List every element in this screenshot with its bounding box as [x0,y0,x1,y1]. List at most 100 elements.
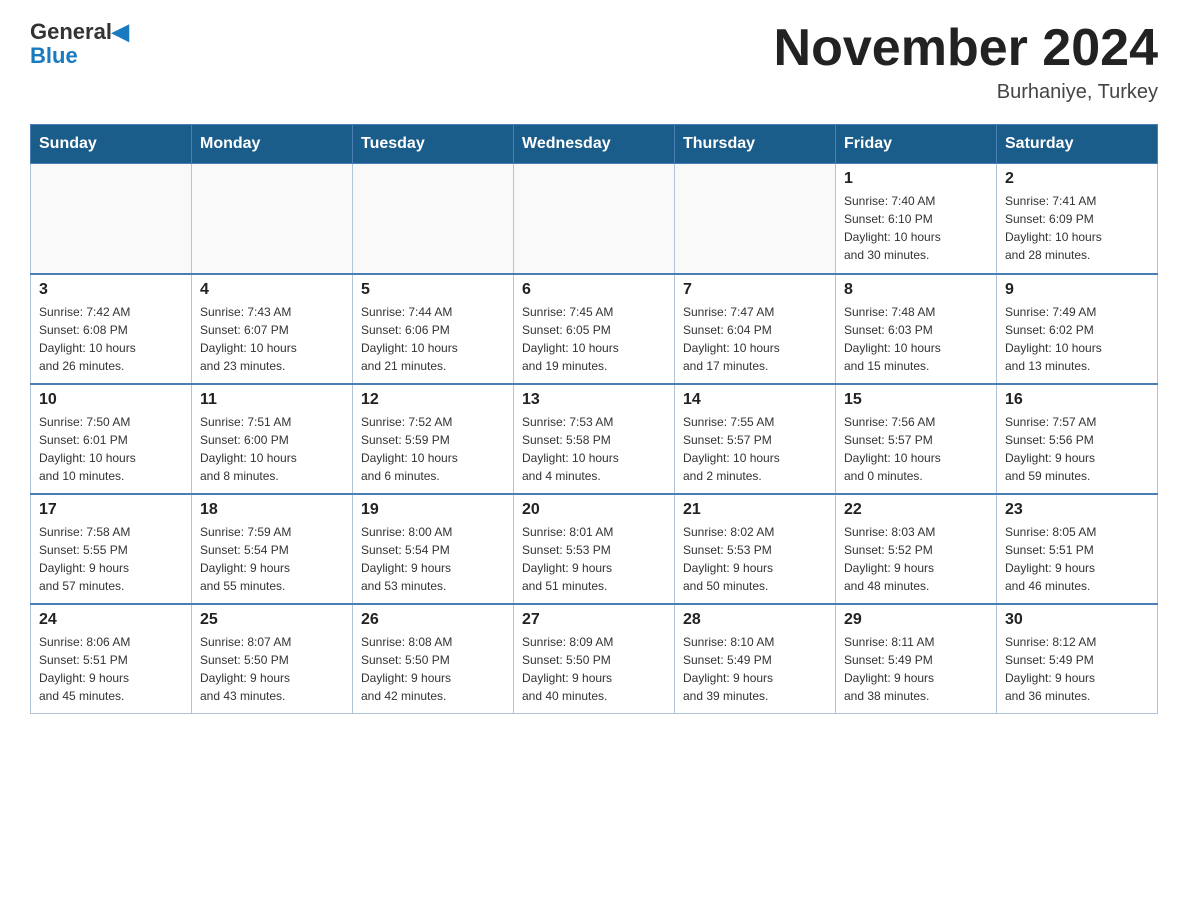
table-row: 25 Sunrise: 8:07 AM Sunset: 5:50 PM Dayli… [192,604,353,714]
day-info: Sunrise: 7:40 AM Sunset: 6:10 PM Dayligh… [844,192,988,264]
day-number: 27 [522,611,666,629]
day-number: 7 [683,281,827,299]
table-row [353,164,514,274]
table-row: 17Sunrise: 7:58 AM Sunset: 5:55 PM Dayli… [31,494,192,604]
day-number: 10 [39,391,183,409]
day-number: 25 [200,611,344,629]
table-row: 8 Sunrise: 7:48 AM Sunset: 6:03 PM Daylig… [836,274,997,384]
table-row: 28Sunrise: 8:10 AM Sunset: 5:49 PM Dayli… [675,604,836,714]
table-row [192,164,353,274]
table-row: 26Sunrise: 8:08 AM Sunset: 5:50 PM Dayli… [353,604,514,714]
day-info: Sunrise: 7:59 AM Sunset: 5:54 PM Dayligh… [200,523,344,595]
day-number: 29 [844,611,988,629]
day-number: 14 [683,391,827,409]
calendar-week-row: 10 Sunrise: 7:50 AM Sunset: 6:01 PM Dayli… [31,384,1158,494]
table-row: 1 Sunrise: 7:40 AM Sunset: 6:10 PM Daylig… [836,164,997,274]
table-row: 6 Sunrise: 7:45 AM Sunset: 6:05 PM Daylig… [514,274,675,384]
table-row: 10 Sunrise: 7:50 AM Sunset: 6:01 PM Dayli… [31,384,192,494]
day-info: Sunrise: 7:49 AM Sunset: 6:02 PM Dayligh… [1005,303,1149,375]
day-info: Sunrise: 7:58 AM Sunset: 5:55 PM Dayligh… [39,523,183,595]
day-info: Sunrise: 8:07 AM Sunset: 5:50 PM Dayligh… [200,633,344,705]
day-info: Sunrise: 8:09 AM Sunset: 5:50 PM Dayligh… [522,633,666,705]
table-row: 15 Sunrise: 7:56 AM Sunset: 5:57 PM Dayli… [836,384,997,494]
table-row: 11Sunrise: 7:51 AM Sunset: 6:00 PM Dayli… [192,384,353,494]
table-row: 5 Sunrise: 7:44 AM Sunset: 6:06 PM Daylig… [353,274,514,384]
table-row [31,164,192,274]
col-wednesday: Wednesday [514,125,675,164]
day-info: Sunrise: 8:06 AM Sunset: 5:51 PM Dayligh… [39,633,183,705]
day-info: Sunrise: 8:05 AM Sunset: 5:51 PM Dayligh… [1005,523,1149,595]
day-number: 2 [1005,170,1149,188]
day-info: Sunrise: 7:44 AM Sunset: 6:06 PM Dayligh… [361,303,505,375]
table-row: 7 Sunrise: 7:47 AM Sunset: 6:04 PM Daylig… [675,274,836,384]
table-row: 16 Sunrise: 7:57 AM Sunset: 5:56 PM Dayli… [997,384,1158,494]
location: Burhaniye, Turkey [774,81,1158,104]
table-row: 29 Sunrise: 8:11 AM Sunset: 5:49 PM Dayli… [836,604,997,714]
table-row: 23Sunrise: 8:05 AM Sunset: 5:51 PM Dayli… [997,494,1158,604]
day-number: 26 [361,611,505,629]
col-thursday: Thursday [675,125,836,164]
day-info: Sunrise: 7:47 AM Sunset: 6:04 PM Dayligh… [683,303,827,375]
day-number: 16 [1005,391,1149,409]
day-number: 11 [200,391,344,409]
day-number: 30 [1005,611,1149,629]
day-number: 20 [522,501,666,519]
calendar-header-row: Sunday Monday Tuesday Wednesday Thursday… [31,125,1158,164]
day-number: 24 [39,611,183,629]
col-saturday: Saturday [997,125,1158,164]
logo-triangle-icon: ◀ [112,19,129,44]
day-info: Sunrise: 7:45 AM Sunset: 6:05 PM Dayligh… [522,303,666,375]
table-row: 30 Sunrise: 8:12 AM Sunset: 5:49 PM Dayli… [997,604,1158,714]
table-row: 14Sunrise: 7:55 AM Sunset: 5:57 PM Dayli… [675,384,836,494]
page-header: General◀ Blue November 2024 Burhaniye, T… [30,20,1158,104]
day-number: 4 [200,281,344,299]
day-info: Sunrise: 7:56 AM Sunset: 5:57 PM Dayligh… [844,413,988,485]
table-row: 12 Sunrise: 7:52 AM Sunset: 5:59 PM Dayli… [353,384,514,494]
day-number: 15 [844,391,988,409]
day-number: 22 [844,501,988,519]
col-monday: Monday [192,125,353,164]
table-row: 19 Sunrise: 8:00 AM Sunset: 5:54 PM Dayli… [353,494,514,604]
day-number: 21 [683,501,827,519]
day-number: 1 [844,170,988,188]
day-info: Sunrise: 7:53 AM Sunset: 5:58 PM Dayligh… [522,413,666,485]
table-row: 3 Sunrise: 7:42 AM Sunset: 6:08 PM Daylig… [31,274,192,384]
day-info: Sunrise: 8:03 AM Sunset: 5:52 PM Dayligh… [844,523,988,595]
day-info: Sunrise: 8:01 AM Sunset: 5:53 PM Dayligh… [522,523,666,595]
col-sunday: Sunday [31,125,192,164]
month-title: November 2024 [774,20,1158,77]
day-number: 5 [361,281,505,299]
table-row: 9Sunrise: 7:49 AM Sunset: 6:02 PM Daylig… [997,274,1158,384]
table-row: 24 Sunrise: 8:06 AM Sunset: 5:51 PM Dayli… [31,604,192,714]
day-number: 6 [522,281,666,299]
day-info: Sunrise: 8:11 AM Sunset: 5:49 PM Dayligh… [844,633,988,705]
day-info: Sunrise: 7:41 AM Sunset: 6:09 PM Dayligh… [1005,192,1149,264]
day-number: 19 [361,501,505,519]
table-row: 27 Sunrise: 8:09 AM Sunset: 5:50 PM Dayli… [514,604,675,714]
day-info: Sunrise: 7:48 AM Sunset: 6:03 PM Dayligh… [844,303,988,375]
day-info: Sunrise: 7:43 AM Sunset: 6:07 PM Dayligh… [200,303,344,375]
day-number: 3 [39,281,183,299]
day-number: 13 [522,391,666,409]
day-number: 8 [844,281,988,299]
day-info: Sunrise: 8:12 AM Sunset: 5:49 PM Dayligh… [1005,633,1149,705]
col-friday: Friday [836,125,997,164]
table-row: 13 Sunrise: 7:53 AM Sunset: 5:58 PM Dayli… [514,384,675,494]
day-info: Sunrise: 7:52 AM Sunset: 5:59 PM Dayligh… [361,413,505,485]
title-area: November 2024 Burhaniye, Turkey [774,20,1158,104]
calendar-week-row: 1 Sunrise: 7:40 AM Sunset: 6:10 PM Daylig… [31,164,1158,274]
calendar-week-row: 24 Sunrise: 8:06 AM Sunset: 5:51 PM Dayli… [31,604,1158,714]
table-row: 21Sunrise: 8:02 AM Sunset: 5:53 PM Dayli… [675,494,836,604]
day-info: Sunrise: 7:57 AM Sunset: 5:56 PM Dayligh… [1005,413,1149,485]
calendar-week-row: 3 Sunrise: 7:42 AM Sunset: 6:08 PM Daylig… [31,274,1158,384]
calendar-week-row: 17Sunrise: 7:58 AM Sunset: 5:55 PM Dayli… [31,494,1158,604]
col-tuesday: Tuesday [353,125,514,164]
day-number: 18 [200,501,344,519]
day-info: Sunrise: 7:42 AM Sunset: 6:08 PM Dayligh… [39,303,183,375]
day-info: Sunrise: 8:00 AM Sunset: 5:54 PM Dayligh… [361,523,505,595]
day-number: 12 [361,391,505,409]
day-info: Sunrise: 7:50 AM Sunset: 6:01 PM Dayligh… [39,413,183,485]
logo-blue-text: Blue [30,44,78,68]
day-number: 28 [683,611,827,629]
logo-area: General◀ Blue [30,20,129,68]
